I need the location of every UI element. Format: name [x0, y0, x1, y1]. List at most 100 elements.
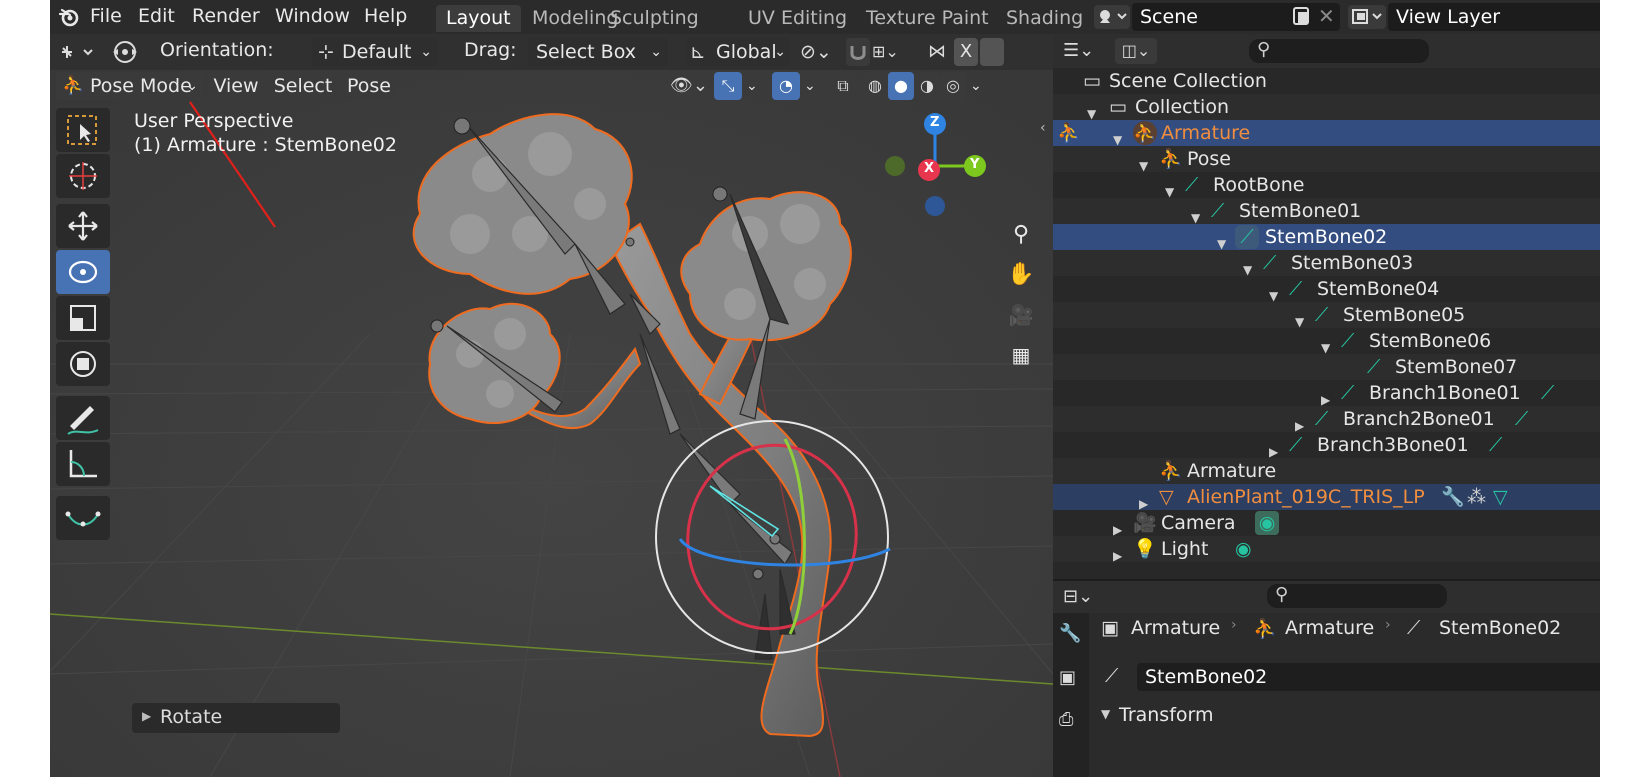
- blender-logo-icon[interactable]: [58, 6, 80, 28]
- transform-panel-header[interactable]: ▼ Transform: [1093, 701, 1600, 731]
- view-layer-selector-icon[interactable]: [1348, 5, 1386, 29]
- sidebar-toggle-icon[interactable]: ‹: [1040, 120, 1052, 140]
- select-box-tool[interactable]: [56, 108, 110, 152]
- xray-toggle-icon[interactable]: ⧉: [830, 72, 856, 100]
- menu-window[interactable]: Window: [275, 5, 350, 27]
- editor-type-icon[interactable]: [58, 40, 98, 64]
- tab-sculpting[interactable]: Sculpting: [600, 5, 709, 32]
- outliner-row-pose[interactable]: ▼ ⛹ Pose: [1053, 146, 1600, 173]
- bone-icon: ⟋: [1315, 408, 1329, 430]
- shading-rendered-icon[interactable]: ◎: [940, 72, 966, 100]
- camera-data-icon[interactable]: ◉: [1255, 511, 1279, 535]
- render-tab-icon[interactable]: ▣: [1059, 667, 1076, 688]
- tab-texture-paint[interactable]: Texture Paint: [856, 5, 999, 32]
- mode-selector[interactable]: ⛹ Pose Mode ⌄: [56, 72, 202, 100]
- mirror-y-toggle[interactable]: [980, 38, 1004, 66]
- rotate-tool[interactable]: [56, 250, 110, 294]
- pose-mode-toggle-icon[interactable]: ⛹: [1057, 120, 1081, 146]
- perspective-toggle-icon[interactable]: ▦: [1004, 338, 1038, 372]
- outliner-search-input[interactable]: ⚲: [1249, 39, 1429, 63]
- menu-view[interactable]: View: [208, 72, 264, 100]
- properties-editor-type-icon[interactable]: ⊟⌄: [1063, 584, 1103, 610]
- orientation-dropdown[interactable]: ⊹ Default ⌄: [312, 38, 438, 66]
- bend-tool[interactable]: [56, 496, 110, 540]
- modifier-wrench-icon[interactable]: 🔧: [1441, 484, 1465, 510]
- zoom-icon[interactable]: ⚲: [1004, 218, 1038, 252]
- tab-shading[interactable]: Shading: [996, 5, 1093, 32]
- chevron-down-icon: ⌄: [186, 78, 198, 94]
- menu-select[interactable]: Select: [268, 72, 338, 100]
- new-scene-icon[interactable]: [1290, 5, 1312, 27]
- drag-dropdown[interactable]: Select Box ⌄: [528, 38, 668, 66]
- shading-wireframe-icon[interactable]: ◍: [862, 72, 888, 100]
- tool-settings-tab-icon[interactable]: 🔧: [1059, 623, 1081, 644]
- bone-icon: ⟋: [1185, 174, 1199, 196]
- snap-target-icon[interactable]: ⊞⌄: [872, 38, 912, 66]
- transform-pivot-icon[interactable]: [110, 37, 140, 67]
- outliner-row-collection[interactable]: ▼ ▭ Collection: [1053, 94, 1600, 121]
- outliner-row-stembone03[interactable]: ▼ ⟋ StemBone03: [1053, 250, 1600, 277]
- mesh-data-icon[interactable]: ▽: [1493, 484, 1508, 510]
- outliner-row-stembone01[interactable]: ▼ ⟋ StemBone01: [1053, 198, 1600, 225]
- vertex-groups-icon[interactable]: ⁂: [1467, 484, 1486, 510]
- last-operator-panel[interactable]: ▶ Rotate: [132, 703, 340, 733]
- tab-layout[interactable]: Layout: [436, 5, 521, 32]
- outliner-row-stembone04[interactable]: ▼ ⟋ StemBone04: [1053, 276, 1600, 303]
- scene-selector-icon[interactable]: [1094, 5, 1130, 29]
- outliner-row-stembone06[interactable]: ▼ ⟋ StemBone06: [1053, 328, 1600, 355]
- outliner-row-stembone07[interactable]: ⟋ StemBone07: [1053, 354, 1600, 380]
- transform-orientation-dropdown[interactable]: ⊾ Global ⌄: [686, 38, 790, 66]
- expand-triangle-icon: ▶: [142, 709, 152, 723]
- scale-tool[interactable]: [56, 296, 110, 340]
- output-tab-icon[interactable]: ⎙: [1059, 709, 1073, 730]
- outliner-row-armature[interactable]: ⛹ ▼ ⛹ Armature: [1053, 120, 1600, 147]
- move-tool[interactable]: [56, 204, 110, 248]
- transform-tool[interactable]: [56, 342, 110, 386]
- gizmo-toggle-icon[interactable]: ⤡: [714, 72, 742, 100]
- outliner-editor-type-icon[interactable]: ☰⌄: [1063, 38, 1105, 64]
- display-mode-icon[interactable]: ◫⌄: [1115, 38, 1157, 64]
- outliner-row-branch2bone01[interactable]: ▶ ⟋ Branch2Bone01 ⟋: [1053, 406, 1600, 433]
- annotate-tool[interactable]: [56, 396, 110, 440]
- pivot-point-icon[interactable]: ⊘⌄: [800, 38, 840, 66]
- outliner-row-stembone05[interactable]: ▼ ⟋ StemBone05: [1053, 302, 1600, 329]
- expand-triangle-icon[interactable]: ▶: [1113, 543, 1122, 569]
- bone-name-field[interactable]: StemBone02: [1137, 663, 1600, 691]
- navigation-gizmo[interactable]: Z X Y: [880, 110, 1010, 230]
- camera-view-icon[interactable]: 🎥: [1004, 298, 1038, 332]
- menu-help[interactable]: Help: [364, 5, 407, 27]
- snap-icon[interactable]: [846, 38, 870, 66]
- cursor-tool[interactable]: [56, 154, 110, 198]
- outliner-row-armature-data[interactable]: ⛹ Armature: [1053, 458, 1600, 484]
- measure-tool[interactable]: [56, 442, 110, 486]
- outliner-row-alienplant[interactable]: ▶ ▽ AlienPlant_019C_TRIS_LP 🔧 ⁂ ▽: [1053, 484, 1600, 511]
- outliner-row-scene-collection[interactable]: ▭ Scene Collection: [1053, 68, 1600, 94]
- light-data-icon[interactable]: ◉: [1235, 536, 1252, 562]
- mirror-icon[interactable]: ⋈: [928, 38, 952, 66]
- shading-material-icon[interactable]: ◑: [914, 72, 940, 100]
- mirror-x-toggle[interactable]: X: [954, 38, 978, 66]
- outliner-row-light[interactable]: ▶ 💡 Light ◉: [1053, 536, 1600, 563]
- shading-solid-icon[interactable]: ●: [888, 72, 914, 100]
- menu-pose[interactable]: Pose: [342, 72, 396, 100]
- view-layer-field[interactable]: View Layer: [1388, 3, 1600, 31]
- menu-render[interactable]: Render: [192, 5, 260, 27]
- active-object-label: (1) Armature : StemBone02: [134, 134, 397, 156]
- outliner-row-branch1bone01[interactable]: ▶ ⟋ Branch1Bone01 ⟋: [1053, 380, 1600, 407]
- menu-file[interactable]: File: [90, 5, 122, 27]
- menu-edit[interactable]: Edit: [138, 5, 175, 27]
- properties-search-input[interactable]: ⚲: [1267, 584, 1447, 608]
- visibility-icon[interactable]: 👁⌄: [670, 72, 710, 100]
- delete-scene-icon[interactable]: ✕: [1318, 6, 1338, 26]
- outliner-row-rootbone[interactable]: ▼ ⟋ RootBone: [1053, 172, 1600, 199]
- 3d-viewport[interactable]: Orientation: ⊹ Default ⌄ Drag: Select Bo…: [50, 34, 1053, 777]
- pan-hand-icon[interactable]: ✋: [1004, 258, 1038, 292]
- chevron-down-icon[interactable]: ⌄: [746, 72, 764, 100]
- overlays-toggle-icon[interactable]: ◔: [772, 72, 800, 100]
- tab-uv-editing[interactable]: UV Editing: [738, 5, 857, 32]
- chevron-down-icon[interactable]: ⌄: [970, 72, 988, 100]
- outliner-row-branch3bone01[interactable]: ▶ ⟋ Branch3Bone01 ⟋: [1053, 432, 1600, 459]
- outliner-row-stembone02[interactable]: ▼ ⟋ StemBone02: [1053, 224, 1600, 251]
- chevron-down-icon[interactable]: ⌄: [804, 72, 822, 100]
- outliner-row-camera[interactable]: ▶ 🎥 Camera ◉: [1053, 510, 1600, 537]
